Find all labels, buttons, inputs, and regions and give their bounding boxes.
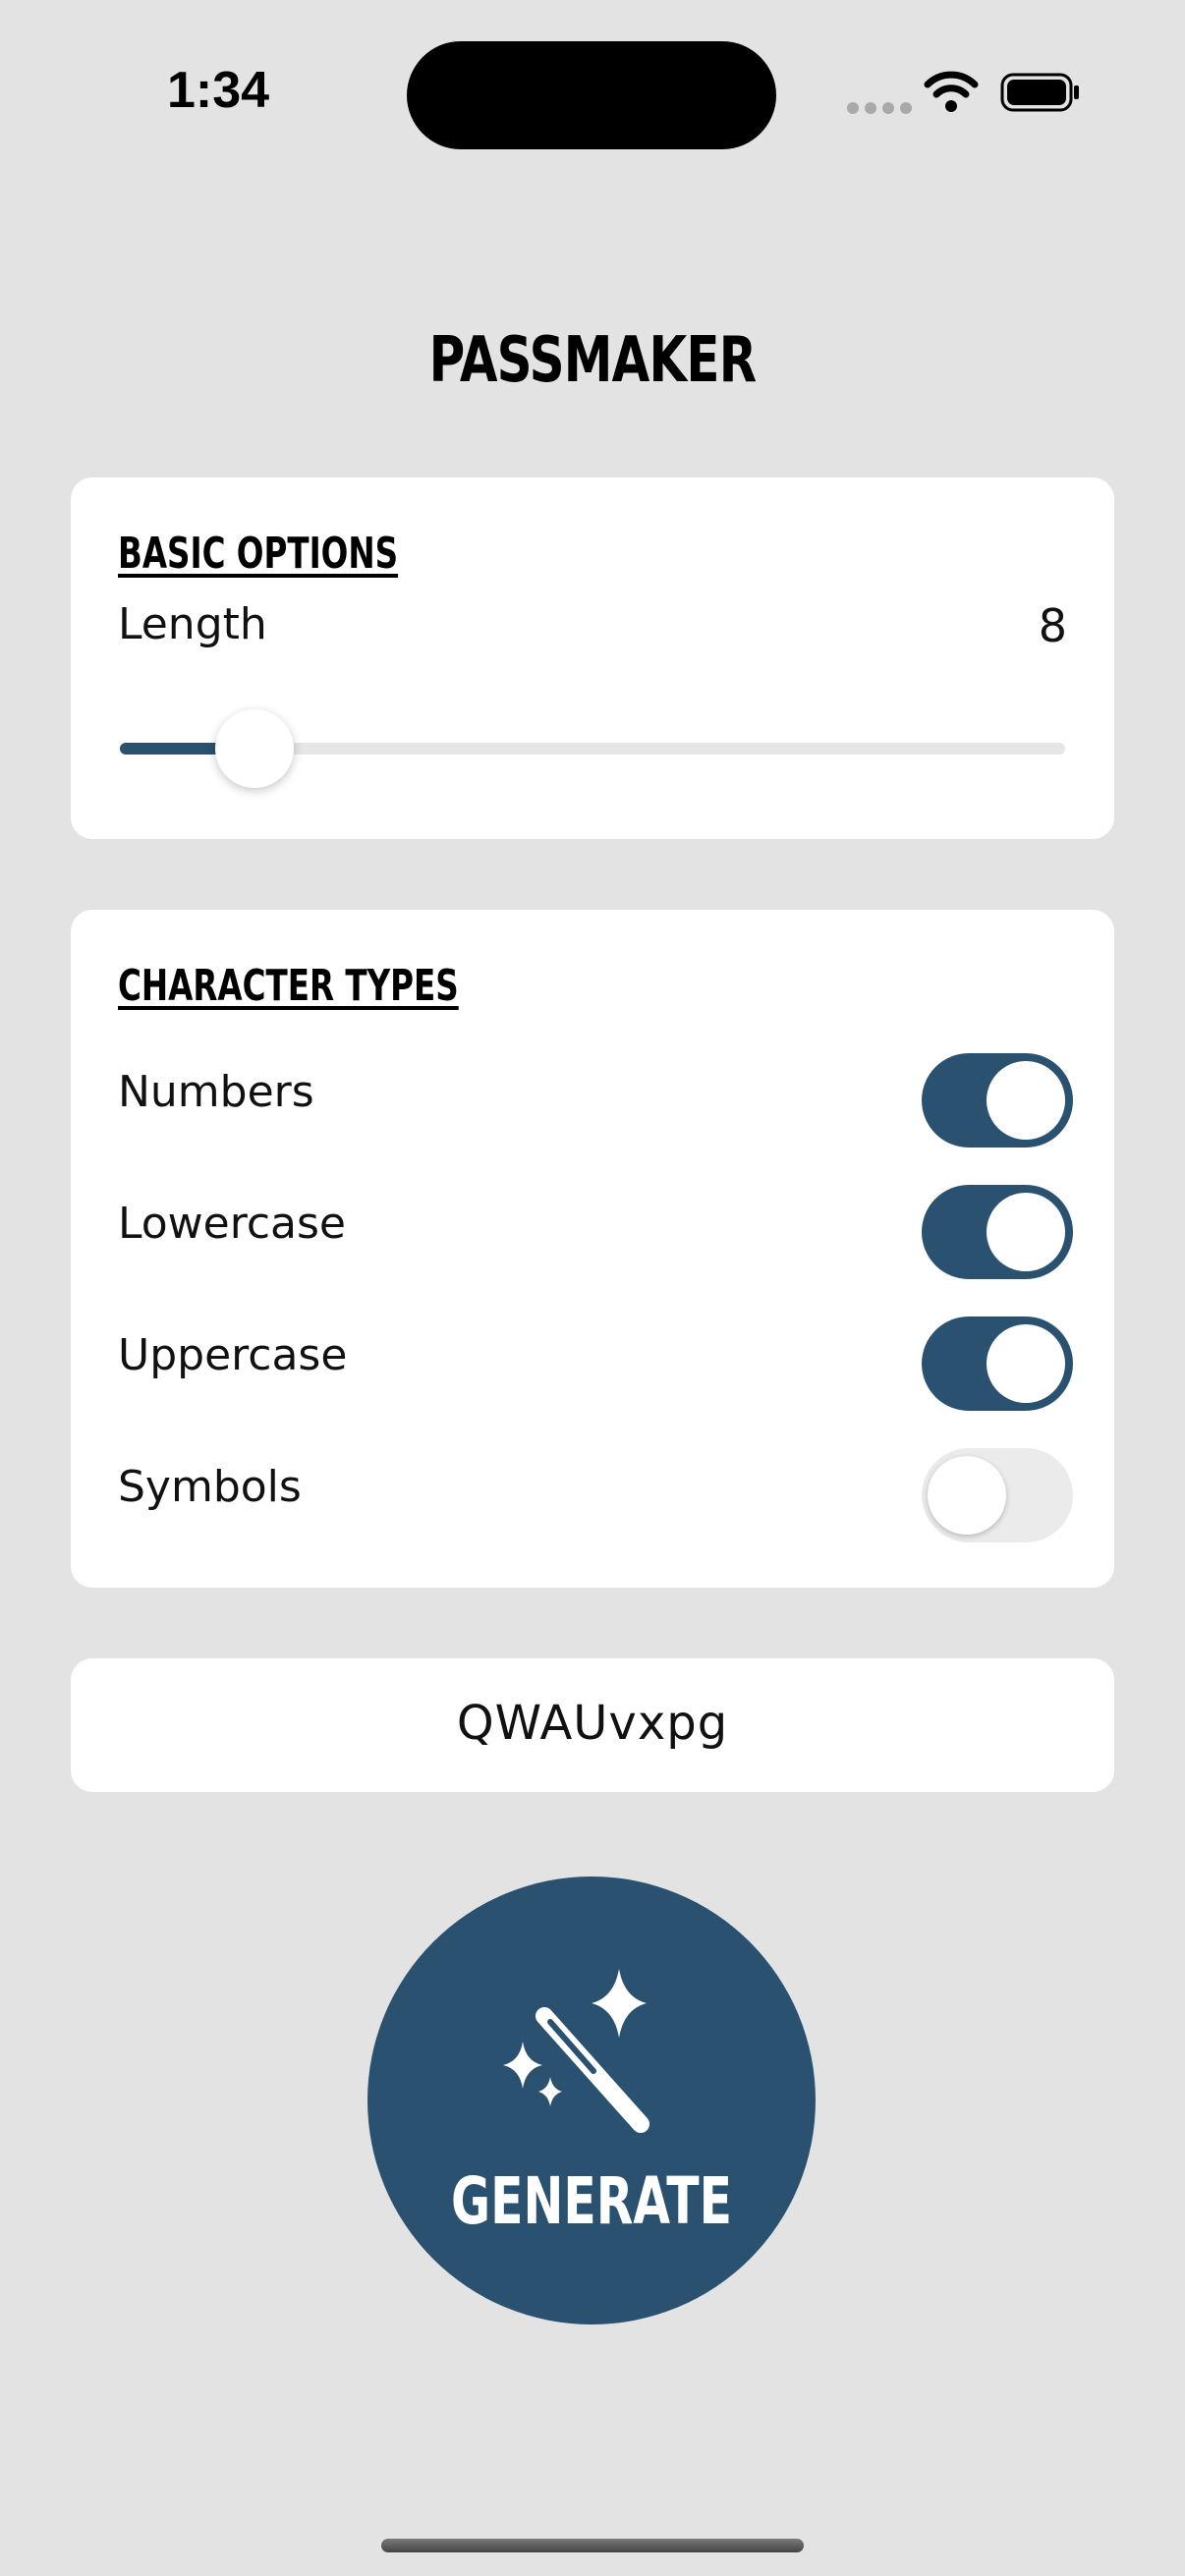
length-slider[interactable] xyxy=(120,709,1065,788)
numbers-label: Numbers xyxy=(118,1067,314,1117)
symbols-toggle[interactable] xyxy=(922,1448,1073,1542)
uppercase-toggle[interactable] xyxy=(922,1316,1073,1411)
generate-label: GENERATE xyxy=(451,2163,732,2239)
battery-icon xyxy=(1000,73,1079,112)
character-types-card: CHARACTER TYPES Numbers Lowercase Upperc… xyxy=(71,910,1114,1588)
toggle-knob xyxy=(987,1324,1065,1403)
toggle-knob xyxy=(987,1193,1065,1271)
magic-wand-icon xyxy=(503,1969,649,2133)
symbols-label: Symbols xyxy=(118,1462,302,1512)
home-indicator[interactable] xyxy=(381,2539,804,2552)
numbers-toggle[interactable] xyxy=(922,1053,1073,1148)
length-label: Length xyxy=(118,599,267,649)
status-time: 1:34 xyxy=(166,62,270,119)
character-types-heading: CHARACTER TYPES xyxy=(118,961,459,1011)
wifi-icon xyxy=(924,71,979,112)
dynamic-island xyxy=(407,41,776,149)
generate-button[interactable]: GENERATE xyxy=(367,1876,816,2324)
basic-options-card: BASIC OPTIONS Length 8 xyxy=(71,477,1114,839)
length-value: 8 xyxy=(1038,599,1067,652)
app-title: PASSMAKER xyxy=(428,324,758,397)
lowercase-toggle[interactable] xyxy=(922,1185,1073,1279)
generated-password[interactable]: QWAUvxpg xyxy=(71,1696,1114,1751)
length-slider-thumb[interactable] xyxy=(214,709,294,788)
password-output-card[interactable]: QWAUvxpg xyxy=(71,1658,1114,1792)
basic-options-heading: BASIC OPTIONS xyxy=(118,529,399,579)
toggle-knob xyxy=(987,1061,1065,1140)
lowercase-label: Lowercase xyxy=(118,1199,346,1249)
uppercase-label: Uppercase xyxy=(118,1330,348,1380)
toggle-knob xyxy=(928,1456,1006,1535)
